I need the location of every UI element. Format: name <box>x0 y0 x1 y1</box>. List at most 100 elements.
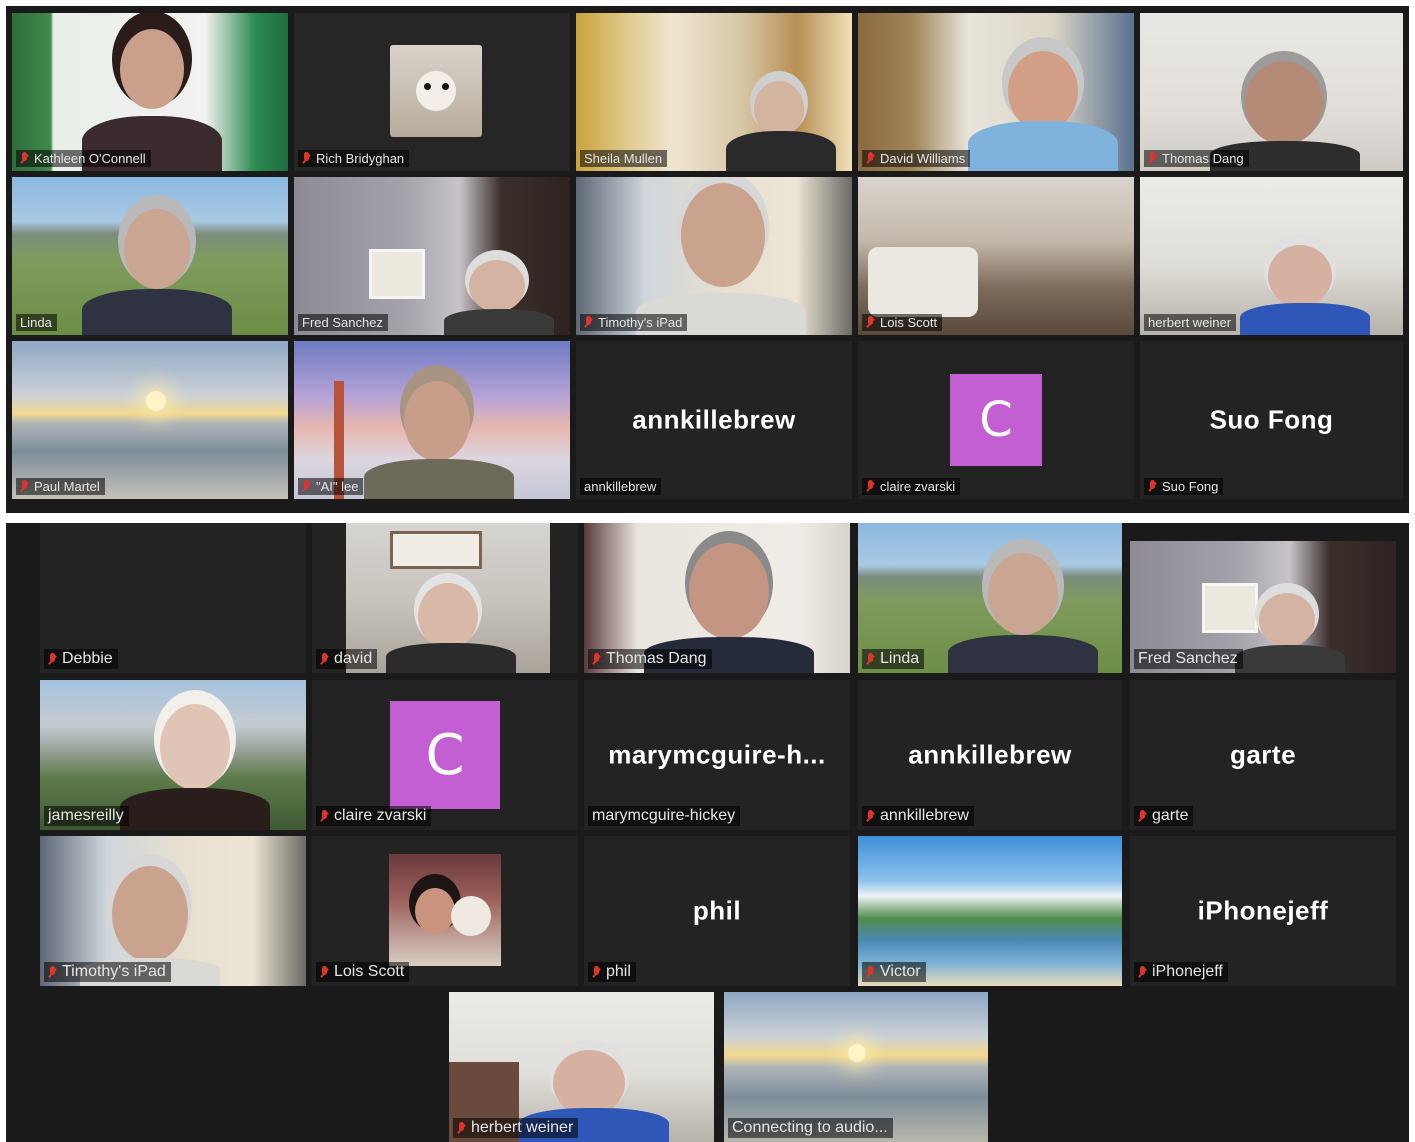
muted-mic-icon <box>457 1121 466 1135</box>
participant-video <box>636 177 806 335</box>
participant-name-label: herbert weiner <box>1144 314 1237 331</box>
profile-picture <box>390 45 482 137</box>
active-speaker-tile[interactable]: annkillebrew annkillebrew <box>576 341 852 499</box>
participant-name-label: Thomas Dang <box>1144 150 1249 167</box>
participant-tile[interactable]: david <box>312 523 578 673</box>
ceiling-light <box>390 531 482 569</box>
avatar: C <box>950 374 1042 466</box>
participant-display-name: phil <box>692 895 742 926</box>
muted-mic-icon <box>866 965 875 979</box>
participant-display-name: iPhonejeff <box>1197 895 1329 926</box>
participant-tile[interactable]: Linda <box>12 177 288 335</box>
participant-tile[interactable]: "AI" lee <box>294 341 570 499</box>
participant-name-label: Connecting to audio... <box>728 1118 893 1138</box>
participant-tile[interactable]: Lois Scott <box>858 177 1134 335</box>
participant-display-name: Suo Fong <box>1209 404 1334 435</box>
participant-name-label: annkillebrew <box>580 478 662 495</box>
muted-mic-icon <box>866 480 875 493</box>
participant-name-label: herbert weiner <box>453 1118 579 1138</box>
participant-tile[interactable]: phil phil <box>584 836 850 986</box>
participant-name-label: Lois Scott <box>316 962 410 982</box>
muted-mic-icon <box>592 965 601 979</box>
participant-tile[interactable]: Timothy's iPad <box>40 836 306 986</box>
muted-mic-icon <box>48 965 57 979</box>
participant-name-label: Paul Martel <box>16 478 105 495</box>
participant-tile[interactable]: Timothy's iPad <box>576 177 852 335</box>
muted-mic-icon <box>866 152 875 165</box>
muted-mic-icon <box>20 480 29 493</box>
participant-tile[interactable]: marymcguire-h... marymcguire-hickey <box>584 680 850 830</box>
muted-mic-icon <box>48 652 57 666</box>
muted-mic-icon <box>592 652 601 666</box>
participant-tile[interactable]: herbert weiner <box>1140 177 1403 335</box>
gallery-view-top: Kathleen O'Connell Rich Bridyghan Sheila… <box>6 6 1409 513</box>
participant-name-label: annkillebrew <box>862 806 974 826</box>
muted-mic-icon <box>584 316 593 329</box>
participant-name-label: Timothy's iPad <box>580 314 688 331</box>
avatar: C <box>390 701 500 809</box>
participant-tile[interactable]: Fred Sanchez <box>294 177 570 335</box>
participant-name-label: garte <box>1134 806 1194 826</box>
participant-tile[interactable]: jamesreilly <box>40 680 306 830</box>
participant-tile[interactable]: herbert weiner <box>449 992 714 1142</box>
muted-mic-icon <box>866 809 875 823</box>
participant-tile[interactable]: C claire zvarski <box>858 341 1134 499</box>
participant-name-label: Kathleen O'Connell <box>16 150 151 167</box>
participant-name-label: claire zvarski <box>316 806 432 826</box>
participant-name-label: Rich Bridyghan <box>298 150 410 167</box>
participant-name-label: Fred Sanchez <box>1134 649 1243 669</box>
muted-mic-icon <box>1138 809 1147 823</box>
participant-name-label: jamesreilly <box>44 806 129 826</box>
participant-video <box>726 81 836 171</box>
participant-tile[interactable]: annkillebrew annkillebrew <box>858 680 1122 830</box>
muted-mic-icon <box>20 152 29 165</box>
wall-picture <box>369 249 425 299</box>
sun <box>146 391 166 411</box>
muted-mic-icon <box>1148 480 1157 493</box>
muted-mic-icon <box>320 809 329 823</box>
muted-mic-icon <box>302 152 311 165</box>
participant-tile[interactable]: Thomas Dang <box>584 523 850 673</box>
participant-display-name: garte <box>1229 739 1297 770</box>
gallery-view-bottom: Debbie david Thomas Dang Linda Fred Sanc… <box>6 523 1409 1142</box>
participant-tile[interactable]: Suo Fong Suo Fong <box>1140 341 1403 499</box>
participant-tile[interactable]: C claire zvarski <box>312 680 578 830</box>
participant-video <box>120 700 270 830</box>
muted-mic-icon <box>302 480 311 493</box>
participant-tile[interactable]: David Williams <box>858 13 1134 171</box>
muted-mic-icon <box>320 652 329 666</box>
participant-name-label: Lois Scott <box>862 314 943 331</box>
participant-name-label: David Williams <box>862 150 971 167</box>
participant-tile[interactable]: Thomas Dang <box>1140 13 1403 171</box>
participant-tile[interactable]: Kathleen O'Connell <box>12 13 288 171</box>
sofa <box>868 247 978 317</box>
participant-tile[interactable]: iPhonejeff iPhonejeff <box>1130 836 1396 986</box>
muted-mic-icon <box>320 965 329 979</box>
participant-name-label: marymcguire-hickey <box>588 806 741 826</box>
participant-tile[interactable]: Linda <box>858 523 1122 673</box>
sun <box>848 1044 866 1062</box>
participant-name-label: Suo Fong <box>1144 478 1224 495</box>
participant-display-name: marymcguire-h... <box>608 739 826 770</box>
participant-tile[interactable]: Sheila Mullen <box>576 13 852 171</box>
participant-display-name: annkillebrew <box>908 739 1072 770</box>
participant-name-label: claire zvarski <box>862 478 961 495</box>
participant-tile[interactable]: Lois Scott <box>312 836 578 986</box>
participant-tile[interactable]: garte garte <box>1130 680 1396 830</box>
participant-video <box>948 543 1098 673</box>
participant-tile[interactable]: Rich Bridyghan <box>294 13 570 171</box>
participant-name-label: Debbie <box>44 649 118 669</box>
participant-name-label: Fred Sanchez <box>298 314 388 331</box>
participant-tile[interactable]: Fred Sanchez <box>1130 541 1396 673</box>
muted-mic-icon <box>1138 965 1147 979</box>
participant-name-label: Victor <box>862 962 926 982</box>
participant-display-name: annkillebrew <box>632 404 796 435</box>
participant-tile[interactable]: Debbie <box>40 523 306 673</box>
participant-name-label: Sheila Mullen <box>580 150 668 167</box>
muted-mic-icon <box>1148 152 1157 165</box>
participant-name-label: Timothy's iPad <box>44 962 171 982</box>
participant-video <box>82 13 222 171</box>
participant-tile[interactable]: Connecting to audio... <box>724 992 988 1142</box>
participant-tile[interactable]: Paul Martel <box>12 341 288 499</box>
participant-tile[interactable]: Victor <box>858 836 1122 986</box>
